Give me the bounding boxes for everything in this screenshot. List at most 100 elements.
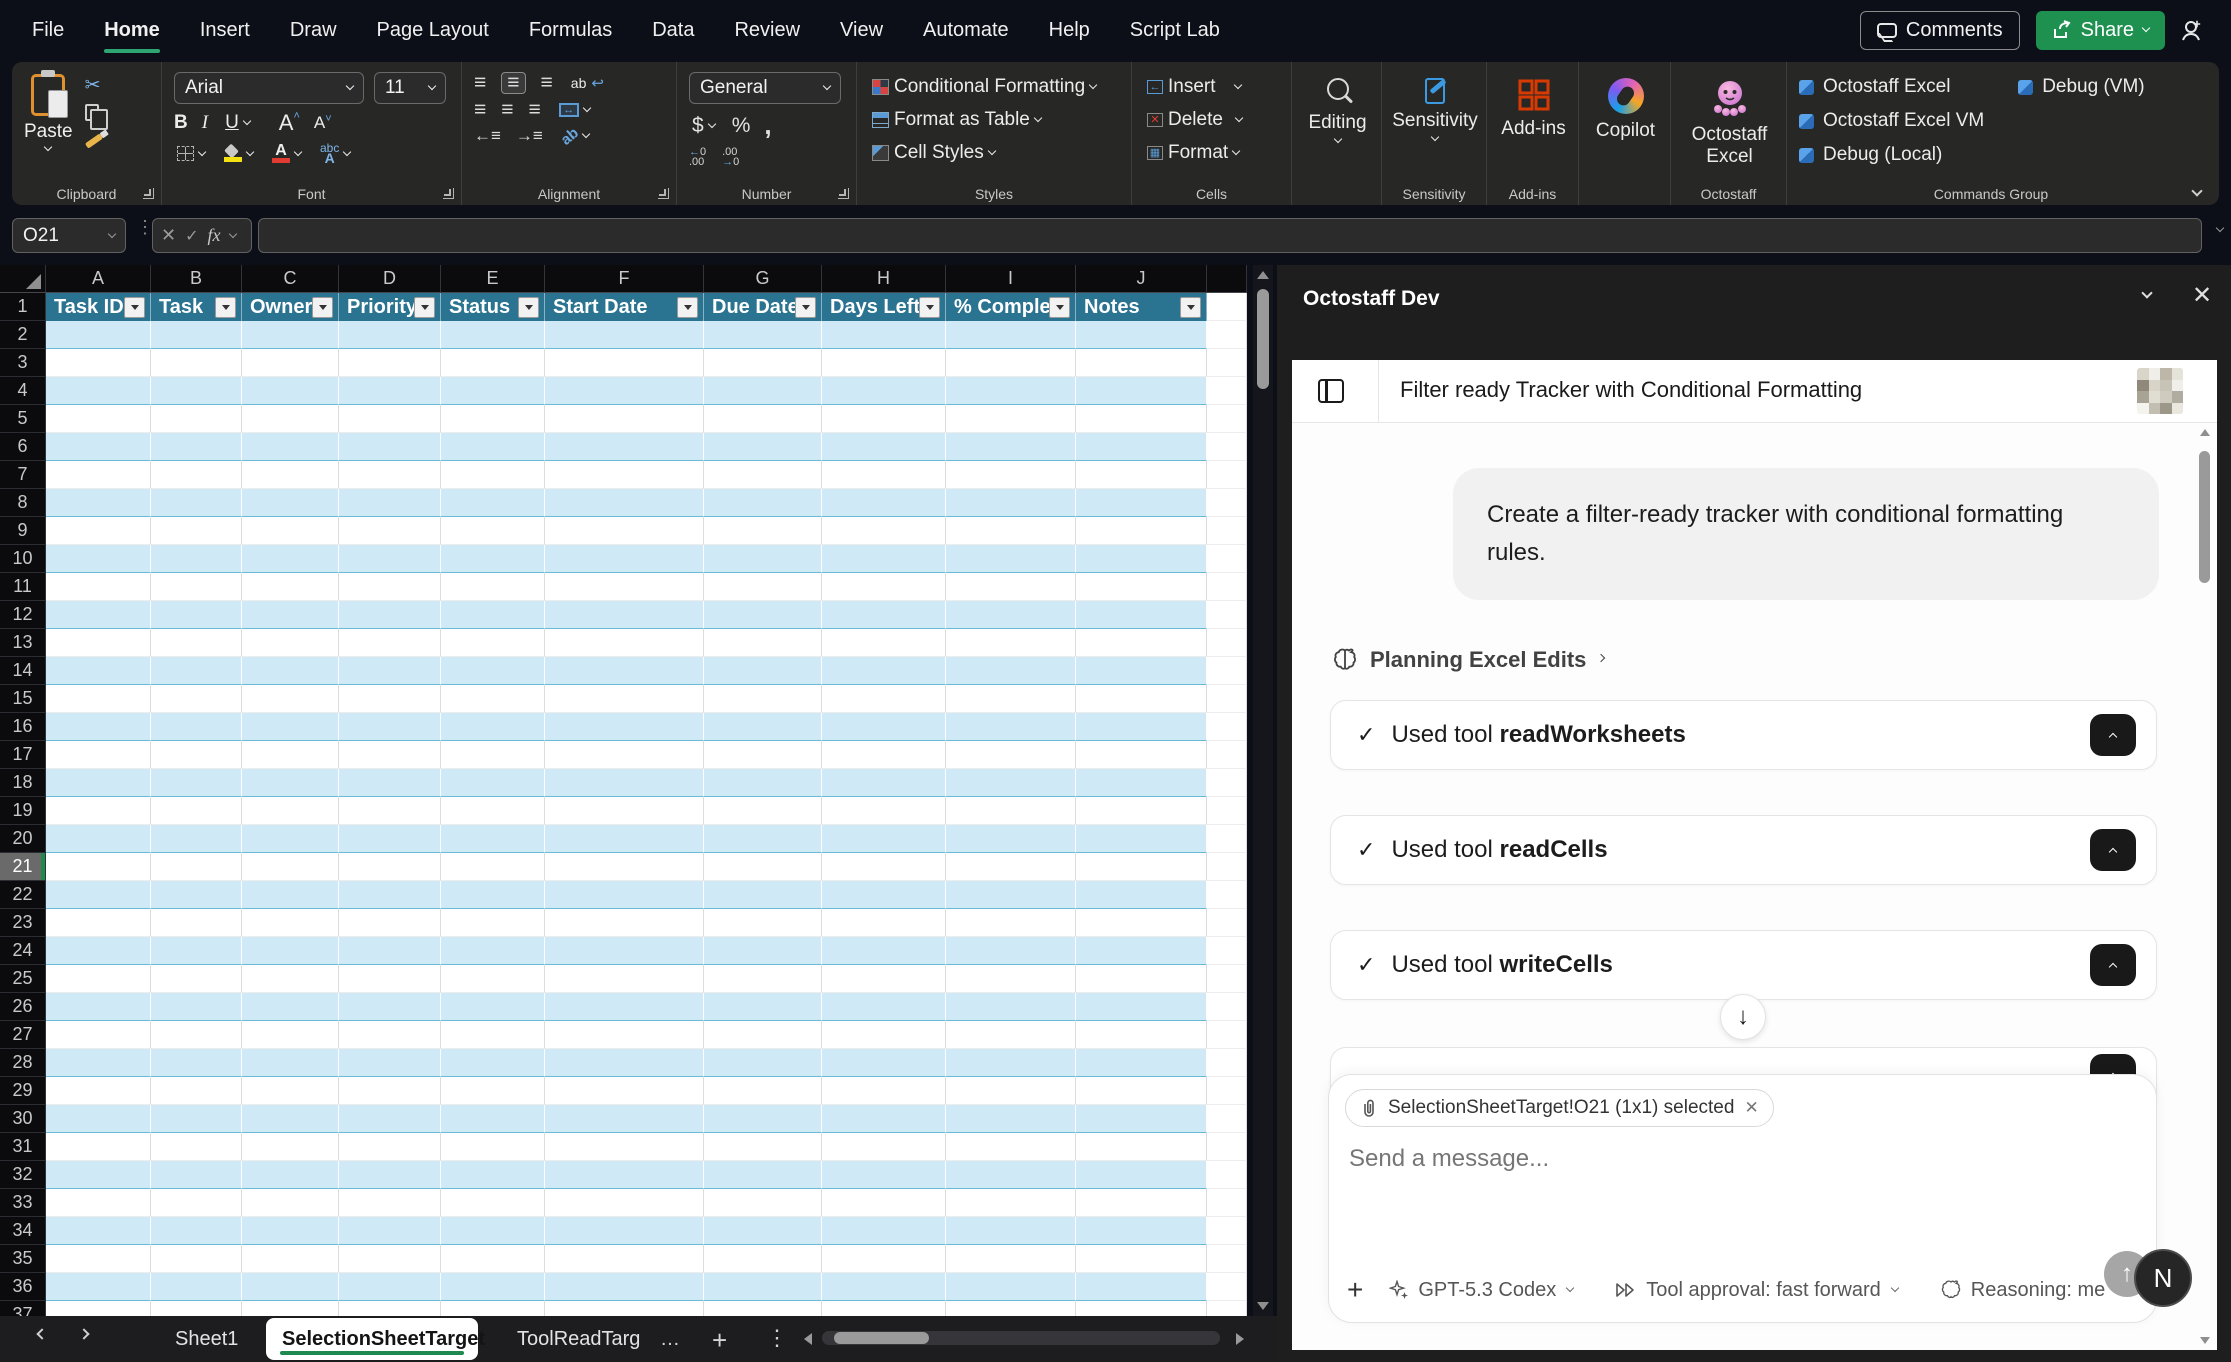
grid-cell[interactable]	[1076, 825, 1207, 853]
grid-cell[interactable]	[704, 405, 822, 433]
grid-cell[interactable]	[46, 909, 151, 937]
grid-cell[interactable]	[822, 993, 946, 1021]
grid-cell[interactable]	[822, 629, 946, 657]
grid-cell[interactable]	[822, 685, 946, 713]
grid-cell[interactable]	[441, 685, 545, 713]
grid-cell[interactable]	[339, 1049, 441, 1077]
grid-cell[interactable]	[242, 1273, 339, 1301]
row-header[interactable]: 24	[0, 937, 46, 965]
grid-cell[interactable]	[339, 517, 441, 545]
grid-cell[interactable]	[242, 405, 339, 433]
grid-cell[interactable]	[339, 825, 441, 853]
grid-cell[interactable]	[946, 1189, 1076, 1217]
grid-cell[interactable]	[1076, 1301, 1207, 1316]
row-header[interactable]: 31	[0, 1133, 46, 1161]
grid-cell[interactable]	[339, 853, 441, 881]
grid-cell[interactable]	[1076, 573, 1207, 601]
grid-cell[interactable]	[822, 1105, 946, 1133]
grid-cell[interactable]	[545, 853, 704, 881]
grid-cell[interactable]	[704, 1217, 822, 1245]
grid-cell[interactable]	[441, 1273, 545, 1301]
grid-cell[interactable]	[339, 909, 441, 937]
grid-cell[interactable]	[1076, 741, 1207, 769]
grid-cell[interactable]	[946, 769, 1076, 797]
table-header-cell[interactable]: Task	[151, 293, 242, 321]
grid-cell[interactable]	[545, 1077, 704, 1105]
grid-cell[interactable]	[46, 461, 151, 489]
grid-cell[interactable]	[441, 433, 545, 461]
grid-cell[interactable]	[441, 321, 545, 349]
grid-cell[interactable]	[822, 349, 946, 377]
grid-cell[interactable]	[545, 489, 704, 517]
grid-cell[interactable]	[46, 1077, 151, 1105]
grid-cell[interactable]	[1207, 1105, 1247, 1133]
grid-cell[interactable]	[151, 1189, 242, 1217]
format-as-table-button[interactable]: Format as Table	[869, 108, 1121, 132]
grid-cell[interactable]	[1207, 1245, 1247, 1273]
grid-cell[interactable]	[822, 1217, 946, 1245]
grid-cell[interactable]	[339, 881, 441, 909]
grid-cell[interactable]	[545, 433, 704, 461]
grid-cell[interactable]	[151, 741, 242, 769]
grid-cell[interactable]	[46, 937, 151, 965]
grid-cell[interactable]	[946, 1021, 1076, 1049]
grid-cell[interactable]	[441, 1049, 545, 1077]
grid-cell[interactable]	[822, 909, 946, 937]
grid-cell[interactable]	[822, 769, 946, 797]
grid-cell[interactable]	[242, 685, 339, 713]
grid-cell[interactable]	[242, 629, 339, 657]
grid-cell[interactable]	[46, 685, 151, 713]
grid-cell[interactable]	[441, 797, 545, 825]
grid-cell[interactable]	[441, 657, 545, 685]
grid-cell[interactable]	[545, 405, 704, 433]
column-header[interactable]: I	[946, 265, 1076, 293]
grid-cell[interactable]	[1207, 1077, 1247, 1105]
comma-style-button[interactable]: ,	[764, 110, 771, 141]
planning-row[interactable]: Planning Excel Edits	[1332, 647, 1604, 673]
grid-cell[interactable]	[822, 881, 946, 909]
grid-cell[interactable]	[822, 853, 946, 881]
grid-cell[interactable]	[946, 545, 1076, 573]
conditional-formatting-button[interactable]: Conditional Formatting	[869, 75, 1121, 99]
grid-cell[interactable]	[242, 1245, 339, 1273]
expand-formula-bar-button[interactable]	[2216, 224, 2224, 232]
grid-cell[interactable]	[1207, 433, 1247, 461]
menu-formulas[interactable]: Formulas	[529, 19, 612, 42]
grid-cell[interactable]	[704, 489, 822, 517]
grid-cell[interactable]	[822, 405, 946, 433]
filter-button[interactable]	[124, 297, 145, 318]
grid-cell[interactable]	[151, 1217, 242, 1245]
grid-cell[interactable]	[946, 685, 1076, 713]
collapse-tool-button[interactable]	[2090, 714, 2136, 756]
grid-cell[interactable]	[339, 1161, 441, 1189]
grid-cell[interactable]	[46, 1217, 151, 1245]
row-header[interactable]: 33	[0, 1189, 46, 1217]
grid-cell[interactable]	[339, 601, 441, 629]
grid-cell[interactable]	[822, 1301, 946, 1316]
grid-cell[interactable]	[151, 937, 242, 965]
grid-cell[interactable]	[704, 1245, 822, 1273]
menu-automate[interactable]: Automate	[923, 19, 1009, 42]
add-attachment-button[interactable]: +	[1347, 1274, 1363, 1306]
row-header[interactable]: 27	[0, 1021, 46, 1049]
grid-cell[interactable]	[242, 517, 339, 545]
grid-cell[interactable]	[441, 993, 545, 1021]
grid-cell[interactable]	[339, 349, 441, 377]
grid-cell[interactable]	[704, 965, 822, 993]
grid-cell[interactable]	[441, 909, 545, 937]
grid-cell[interactable]	[1207, 573, 1247, 601]
grid-cell[interactable]	[339, 797, 441, 825]
grid-cell[interactable]	[242, 1189, 339, 1217]
grid-cell[interactable]	[1207, 797, 1247, 825]
grid-cell[interactable]	[704, 1273, 822, 1301]
grid-cell[interactable]	[242, 1049, 339, 1077]
grid-cell[interactable]	[946, 1273, 1076, 1301]
grid-cell[interactable]	[704, 881, 822, 909]
grid-cell[interactable]	[339, 461, 441, 489]
grid-cell[interactable]	[441, 489, 545, 517]
row-header[interactable]: 18	[0, 769, 46, 797]
grid-cell[interactable]	[46, 573, 151, 601]
grid-cell[interactable]	[151, 489, 242, 517]
grid-cell[interactable]	[242, 1105, 339, 1133]
grid-cell[interactable]	[946, 1133, 1076, 1161]
